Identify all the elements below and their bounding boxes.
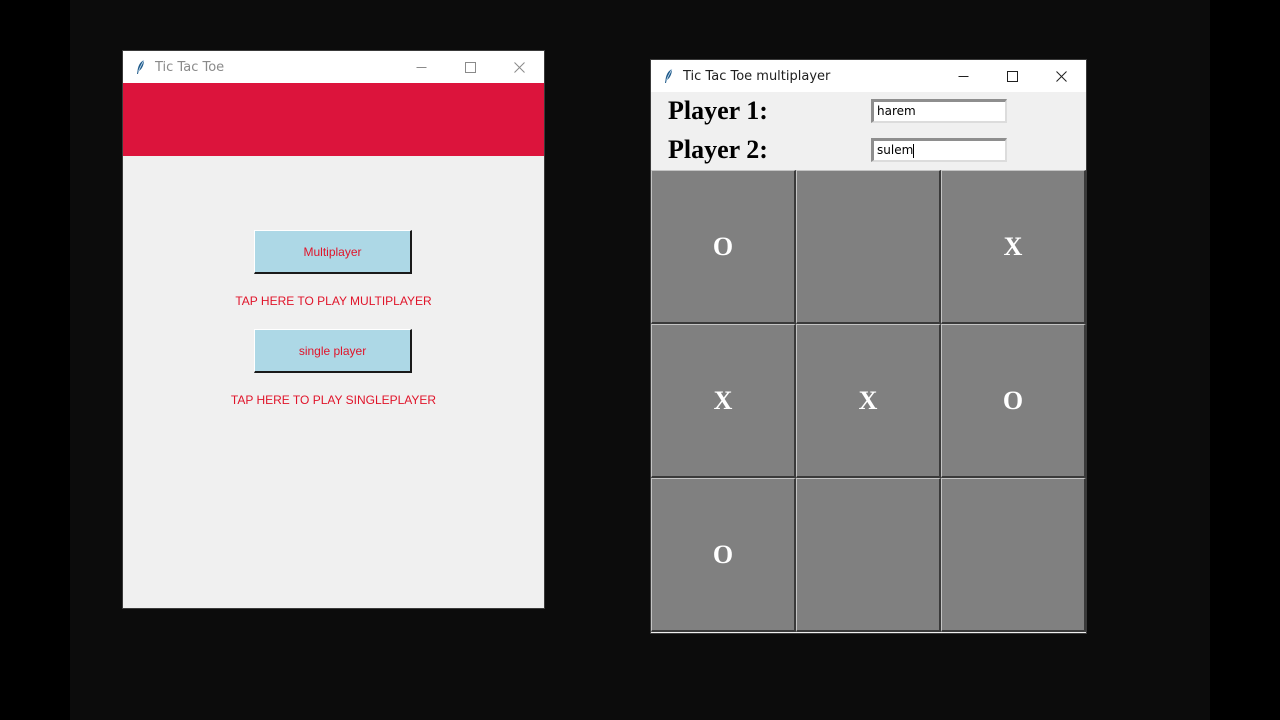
player2-name-value: sulem <box>877 143 914 157</box>
multi-close-button[interactable] <box>1037 60 1086 92</box>
player2-name-input[interactable]: sulem <box>871 138 1007 162</box>
multi-minimize-button[interactable] <box>939 60 988 92</box>
header-banner <box>123 83 544 156</box>
game-board: O X X X O O <box>651 170 1086 633</box>
multiplayer-hint: TAP HERE TO PLAY MULTIPLAYER <box>235 294 432 308</box>
maximize-icon <box>1007 70 1018 82</box>
multiplayer-window: Tic Tac Toe multiplayer Player 1: harem … <box>651 60 1086 633</box>
close-icon <box>1056 70 1067 82</box>
main-minimize-button[interactable] <box>397 51 446 83</box>
singleplayer-hint: TAP HERE TO PLAY SINGLEPLAYER <box>230 393 437 407</box>
multiplayer-window-titlebar[interactable]: Tic Tac Toe multiplayer <box>651 60 1086 92</box>
board-cell-r3c1[interactable]: O <box>651 478 796 632</box>
board-cell-r3c3[interactable] <box>941 478 1086 632</box>
main-window-titlebar[interactable]: Tic Tac Toe <box>123 51 544 83</box>
board-cell-r2c1[interactable]: X <box>651 324 796 478</box>
minimize-icon <box>958 75 969 77</box>
minimize-icon <box>416 66 427 68</box>
player1-name-input[interactable]: harem <box>871 99 1007 123</box>
feather-icon <box>661 68 677 84</box>
singleplayer-button[interactable]: single player <box>254 329 412 373</box>
main-close-button[interactable] <box>495 51 544 83</box>
board-cell-r1c1[interactable]: O <box>651 170 796 324</box>
player1-name-value: harem <box>877 104 916 118</box>
close-icon <box>514 61 525 73</box>
text-cursor <box>913 143 915 158</box>
main-window-title: Tic Tac Toe <box>155 59 225 75</box>
main-maximize-button[interactable] <box>446 51 495 83</box>
board-cell-r1c2[interactable] <box>796 170 941 324</box>
multi-maximize-button[interactable] <box>988 60 1037 92</box>
board-cell-r2c3[interactable]: O <box>941 324 1086 478</box>
player1-label: Player 1: <box>668 96 768 125</box>
player2-label: Player 2: <box>668 135 768 164</box>
board-cell-r2c2[interactable]: X <box>796 324 941 478</box>
feather-icon <box>133 59 149 75</box>
maximize-icon <box>465 61 476 73</box>
main-menu-window: Tic Tac Toe Multiplayer TAP HERE TO PLAY… <box>123 51 544 608</box>
multiplayer-window-title: Tic Tac Toe multiplayer <box>683 68 831 84</box>
board-cell-r1c3[interactable]: X <box>941 170 1086 324</box>
multiplayer-button[interactable]: Multiplayer <box>254 230 412 274</box>
board-cell-r3c2[interactable] <box>796 478 941 632</box>
